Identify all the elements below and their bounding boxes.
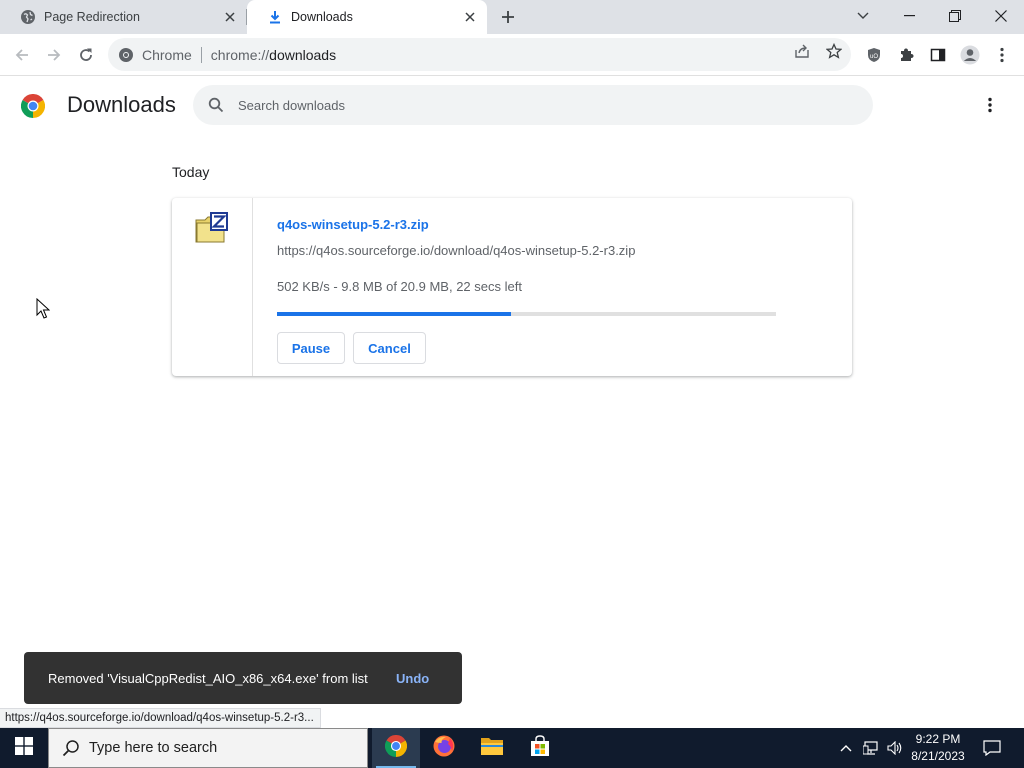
cancel-button[interactable]: Cancel bbox=[353, 332, 426, 364]
mouse-cursor-icon bbox=[36, 297, 51, 320]
address-separator bbox=[200, 46, 202, 63]
restore-button[interactable] bbox=[932, 0, 978, 32]
taskbar-search-box[interactable]: Type here to search bbox=[48, 728, 368, 768]
tab-downloads[interactable]: Downloads bbox=[247, 0, 487, 34]
downloads-search-box[interactable] bbox=[193, 85, 873, 125]
toast-message: Removed 'VisualCppRedist_AIO_x86_x64.exe… bbox=[48, 671, 368, 686]
clock-date: 8/21/2023 bbox=[911, 749, 965, 763]
share-icon[interactable] bbox=[790, 39, 814, 63]
profile-avatar-icon[interactable] bbox=[957, 42, 983, 68]
site-name: Chrome bbox=[142, 46, 192, 63]
tab-strip: Page Redirection Downloads bbox=[0, 0, 1024, 34]
downloads-header: Downloads bbox=[0, 77, 1024, 133]
volume-icon[interactable] bbox=[884, 728, 906, 768]
globe-icon bbox=[20, 9, 36, 25]
tab-close-icon[interactable] bbox=[461, 8, 479, 26]
search-icon bbox=[61, 738, 81, 758]
minimize-button[interactable] bbox=[886, 0, 932, 32]
tab-title: Page Redirection bbox=[44, 10, 140, 24]
new-tab-button[interactable] bbox=[497, 6, 519, 28]
notification-center-icon[interactable] bbox=[978, 728, 1006, 768]
tab-close-icon[interactable] bbox=[221, 8, 239, 26]
browser-window: Page Redirection Downloads Chrome chrome… bbox=[0, 0, 1024, 728]
address-bar[interactable]: Chrome chrome://downloads bbox=[108, 38, 851, 71]
downloads-more-actions-icon[interactable] bbox=[979, 93, 1001, 117]
store-icon bbox=[529, 734, 551, 762]
undo-button[interactable]: Undo bbox=[396, 671, 429, 686]
file-name-link[interactable]: q4os-winsetup-5.2-r3.zip bbox=[277, 217, 429, 232]
chrome-menu-icon[interactable] bbox=[989, 42, 1015, 68]
search-input[interactable] bbox=[238, 97, 838, 113]
pause-button[interactable]: Pause bbox=[277, 332, 345, 364]
chrome-icon bbox=[384, 734, 408, 762]
download-icon bbox=[267, 9, 283, 25]
clock-time: 9:22 PM bbox=[915, 732, 961, 746]
side-panel-icon[interactable] bbox=[925, 42, 951, 68]
zip-file-icon bbox=[194, 212, 230, 244]
tab-search-chevron-icon[interactable] bbox=[840, 0, 886, 32]
tab-page-redirection[interactable]: Page Redirection bbox=[0, 0, 247, 34]
taskbar-app-chrome[interactable] bbox=[372, 728, 420, 768]
date-group-label: Today bbox=[172, 164, 210, 180]
file-source-url[interactable]: https://q4os.sourceforge.io/download/q4o… bbox=[277, 243, 635, 258]
firefox-icon bbox=[432, 734, 456, 763]
page-title: Downloads bbox=[67, 92, 176, 117]
windows-logo-icon bbox=[15, 736, 33, 760]
forward-button[interactable] bbox=[41, 42, 67, 68]
svg-text:uO: uO bbox=[870, 54, 878, 60]
removed-toast: Removed 'VisualCppRedist_AIO_x86_x64.exe… bbox=[24, 652, 462, 704]
browser-toolbar: Chrome chrome://downloads uO bbox=[0, 34, 1024, 76]
url-text: chrome://downloads bbox=[211, 47, 336, 63]
file-icon-column bbox=[172, 198, 253, 376]
taskbar-app-firefox[interactable] bbox=[420, 728, 468, 768]
download-progress-bar bbox=[277, 312, 776, 316]
show-hidden-icons-chevron[interactable] bbox=[836, 728, 856, 768]
taskbar-app-file-explorer[interactable] bbox=[468, 728, 516, 768]
extensions-puzzle-icon[interactable] bbox=[893, 42, 919, 68]
taskbar-app-store[interactable] bbox=[516, 728, 564, 768]
windows-taskbar: Type here to search 9:22 PM 8/21/2023 bbox=[0, 728, 1024, 768]
taskbar-clock[interactable]: 9:22 PM 8/21/2023 bbox=[905, 731, 971, 765]
chrome-site-icon bbox=[118, 47, 134, 63]
bookmark-star-icon[interactable] bbox=[822, 39, 846, 63]
start-button[interactable] bbox=[0, 728, 48, 768]
download-progress-fill bbox=[277, 312, 512, 316]
network-icon[interactable] bbox=[860, 728, 882, 768]
download-item-card: q4os-winsetup-5.2-r3.zip https://q4os.so… bbox=[172, 198, 852, 376]
close-window-button[interactable] bbox=[978, 0, 1024, 32]
reload-button[interactable] bbox=[73, 42, 99, 68]
tab-title: Downloads bbox=[291, 10, 353, 24]
file-explorer-icon bbox=[480, 736, 504, 761]
chrome-logo-icon bbox=[20, 93, 46, 118]
search-icon bbox=[206, 95, 226, 115]
ublock-extension-icon[interactable]: uO bbox=[861, 42, 887, 68]
link-status-bubble: https://q4os.sourceforge.io/download/q4o… bbox=[0, 708, 321, 728]
download-status-text: 502 KB/s - 9.8 MB of 20.9 MB, 22 secs le… bbox=[277, 279, 522, 294]
taskbar-search-placeholder: Type here to search bbox=[89, 740, 218, 756]
back-button[interactable] bbox=[9, 42, 35, 68]
url-path: downloads bbox=[269, 46, 337, 63]
url-scheme: chrome:// bbox=[210, 46, 270, 63]
